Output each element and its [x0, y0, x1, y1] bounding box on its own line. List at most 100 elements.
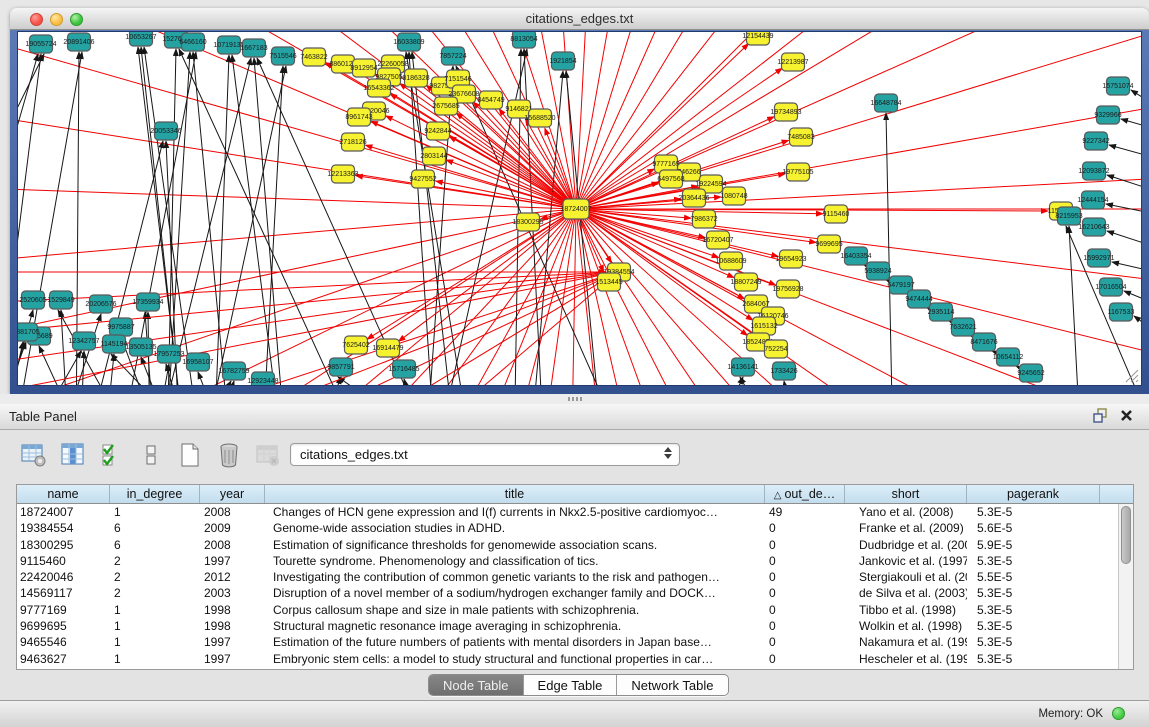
- network-canvas[interactable]: 7463822886012889129542226005898275051654…: [17, 31, 1142, 386]
- graph-node-10653267[interactable]: 10653267: [125, 32, 156, 46]
- graph-node-14136141[interactable]: 14136141: [727, 358, 758, 376]
- graph-node-8215953[interactable]: 8215953: [1055, 207, 1082, 225]
- graph-node-2935114[interactable]: 2935114: [928, 303, 955, 321]
- graph-node-16210643[interactable]: 16210643: [1078, 218, 1109, 236]
- graph-node-9474444[interactable]: 9474444: [905, 290, 932, 308]
- graph-node-9242844[interactable]: 9242844: [424, 122, 451, 140]
- column-header-out_de[interactable]: △out_de…: [765, 485, 845, 503]
- graph-node-7515546[interactable]: 7515546: [269, 47, 296, 65]
- graph-node-18807249[interactable]: 18807249: [730, 273, 761, 291]
- table-row[interactable]: 946554611997Estimation of the future num…: [17, 634, 1133, 650]
- table-row[interactable]: 1830029562008Estimation of significance …: [17, 537, 1133, 553]
- graph-node-1080748[interactable]: 1080748: [720, 187, 747, 205]
- graph-node-1881705[interactable]: 1881705: [18, 323, 40, 341]
- column-visibility-icon[interactable]: [59, 441, 87, 469]
- graph-node-20364436[interactable]: 20364436: [678, 189, 709, 207]
- graph-node-16782759[interactable]: 16782759: [218, 362, 249, 380]
- table-selector-dropdown[interactable]: citations_edges.txt: [290, 443, 680, 466]
- graph-node-16403354[interactable]: 16403354: [840, 247, 871, 265]
- graph-node-15688520[interactable]: 15688520: [524, 109, 555, 127]
- graph-node-2803144[interactable]: 2803144: [420, 147, 447, 165]
- graph-node-7857224[interactable]: 7857224: [439, 47, 466, 65]
- column-header-short[interactable]: short: [845, 485, 967, 503]
- panel-splitter[interactable]: [0, 394, 1149, 404]
- graph-node-20053346[interactable]: 20053346: [150, 122, 181, 140]
- graph-node-10654112[interactable]: 10654112: [993, 348, 1024, 366]
- graph-node-7485083[interactable]: 7485083: [787, 128, 814, 146]
- graph-node-9245652[interactable]: 9245652: [1017, 364, 1044, 382]
- graph-node-16958107[interactable]: 16958107: [182, 353, 213, 371]
- graph-node-7463822[interactable]: 7463822: [300, 48, 327, 66]
- graph-node-1733426[interactable]: 1733426: [770, 362, 797, 380]
- graph-node-6497568[interactable]: 6497568: [657, 170, 684, 188]
- graph-node-9427552[interactable]: 9427552: [409, 170, 436, 188]
- graph-node-8961743[interactable]: 8961743: [345, 108, 372, 126]
- graph-node-7625402[interactable]: 7625402: [342, 336, 369, 354]
- graph-node-16543362[interactable]: 16543362: [363, 79, 394, 97]
- graph-node-12444154[interactable]: 12444154: [1077, 191, 1108, 209]
- graph-node-19756928[interactable]: 19756928: [772, 280, 803, 298]
- graph-node-9975887[interactable]: 9975887: [107, 318, 134, 336]
- column-header-year[interactable]: year: [200, 485, 265, 503]
- graph-node-16720407[interactable]: 16720407: [702, 231, 733, 249]
- graph-node-8471676[interactable]: 8471676: [970, 333, 997, 351]
- row-selection-icon[interactable]: [98, 441, 126, 469]
- graph-node-16648784[interactable]: 16648784: [870, 94, 901, 112]
- table-row[interactable]: 977716911998Corpus callosum shape and si…: [17, 602, 1133, 618]
- column-header-pagerank[interactable]: pagerank: [967, 485, 1100, 503]
- table-row[interactable]: 911546021997Tourette syndrome. Phenomeno…: [17, 553, 1133, 569]
- graph-node-12342757[interactable]: 12342757: [68, 332, 99, 350]
- graph-node-2718126[interactable]: 2718126: [339, 133, 366, 151]
- table-row[interactable]: 2242004622012Investigating the contribut…: [17, 569, 1133, 585]
- graph-node-1167533[interactable]: 1167533: [1108, 303, 1135, 321]
- graph-node-15716485[interactable]: 15716485: [388, 360, 419, 378]
- table-row[interactable]: 1938455462009Genome-wide association stu…: [17, 520, 1133, 536]
- tab-edge-table[interactable]: Edge Table: [524, 675, 618, 695]
- graph-node-1667183[interactable]: 1667183: [240, 39, 267, 57]
- graph-node-8454749[interactable]: 8454749: [477, 91, 504, 109]
- graph-node-9227342[interactable]: 9227342: [1082, 132, 1109, 150]
- graph-node-18724007[interactable]: 18724007: [560, 199, 591, 219]
- graph-node-2520605[interactable]: 2520605: [19, 291, 46, 309]
- graph-node-20891406[interactable]: 20891406: [63, 33, 94, 51]
- network-graph[interactable]: 7463822886012889129542226005898275051654…: [18, 32, 1142, 386]
- column-header-title[interactable]: title: [265, 485, 765, 503]
- column-header-in_degree[interactable]: in_degree: [110, 485, 200, 503]
- close-panel-icon[interactable]: [1120, 409, 1133, 422]
- graph-node-12093872[interactable]: 12093872: [1078, 162, 1109, 180]
- graph-node-8912954[interactable]: 8912954: [350, 59, 377, 77]
- canvas-resize-grip-icon[interactable]: [1122, 366, 1140, 384]
- graph-node-5938924[interactable]: 5938924: [864, 262, 891, 280]
- graph-node-7632621[interactable]: 7632621: [949, 318, 976, 336]
- tab-network-table[interactable]: Network Table: [617, 675, 727, 695]
- tab-node-table[interactable]: Node Table: [429, 675, 524, 695]
- table-row[interactable]: 969969511998Structural magnetic resonanc…: [17, 618, 1133, 634]
- graph-node-20206576[interactable]: 20206576: [85, 295, 116, 313]
- graph-node-1513445[interactable]: 1513445: [595, 273, 622, 291]
- graph-node-7986372[interactable]: 7986372: [690, 210, 717, 228]
- graph-node-19654923[interactable]: 19654923: [775, 250, 806, 268]
- column-header-name[interactable]: name: [17, 485, 110, 503]
- graph-node-17016504[interactable]: 17016504: [1095, 278, 1126, 296]
- graph-node-1145194[interactable]: 1145194: [101, 335, 128, 353]
- new-attribute-icon[interactable]: [176, 441, 204, 469]
- table-row[interactable]: 1456911722003Disruption of a novel membe…: [17, 585, 1133, 601]
- graph-node-15992971[interactable]: 15992971: [1083, 249, 1114, 267]
- graph-node-2675685[interactable]: 2675685: [432, 97, 459, 115]
- delete-table-icon[interactable]: [254, 441, 282, 469]
- graph-node-12213987[interactable]: 12213987: [777, 53, 808, 71]
- graph-node-12923448[interactable]: 12923448: [247, 372, 278, 386]
- graph-node-18300295[interactable]: 18300295: [512, 213, 543, 231]
- graph-node-8186328[interactable]: 8186328: [402, 69, 429, 87]
- graph-node-6466160[interactable]: 6466160: [179, 33, 206, 51]
- graph-node-9115460[interactable]: 9115460: [823, 205, 850, 223]
- graph-node-1529849[interactable]: 1529849: [47, 291, 74, 309]
- graph-node-9329966[interactable]: 9329966: [1094, 106, 1121, 124]
- delete-attribute-icon[interactable]: [215, 441, 243, 469]
- graph-node-9699695[interactable]: 9699695: [815, 235, 842, 253]
- graph-node-12213363[interactable]: 12213363: [327, 165, 358, 183]
- graph-node-16914479[interactable]: 16914479: [372, 339, 403, 357]
- table-scrollbar[interactable]: [1118, 504, 1133, 669]
- table-row[interactable]: 946362711997Embryonic stem cells: a mode…: [17, 651, 1133, 667]
- graph-node-9857791[interactable]: 9857791: [327, 358, 354, 376]
